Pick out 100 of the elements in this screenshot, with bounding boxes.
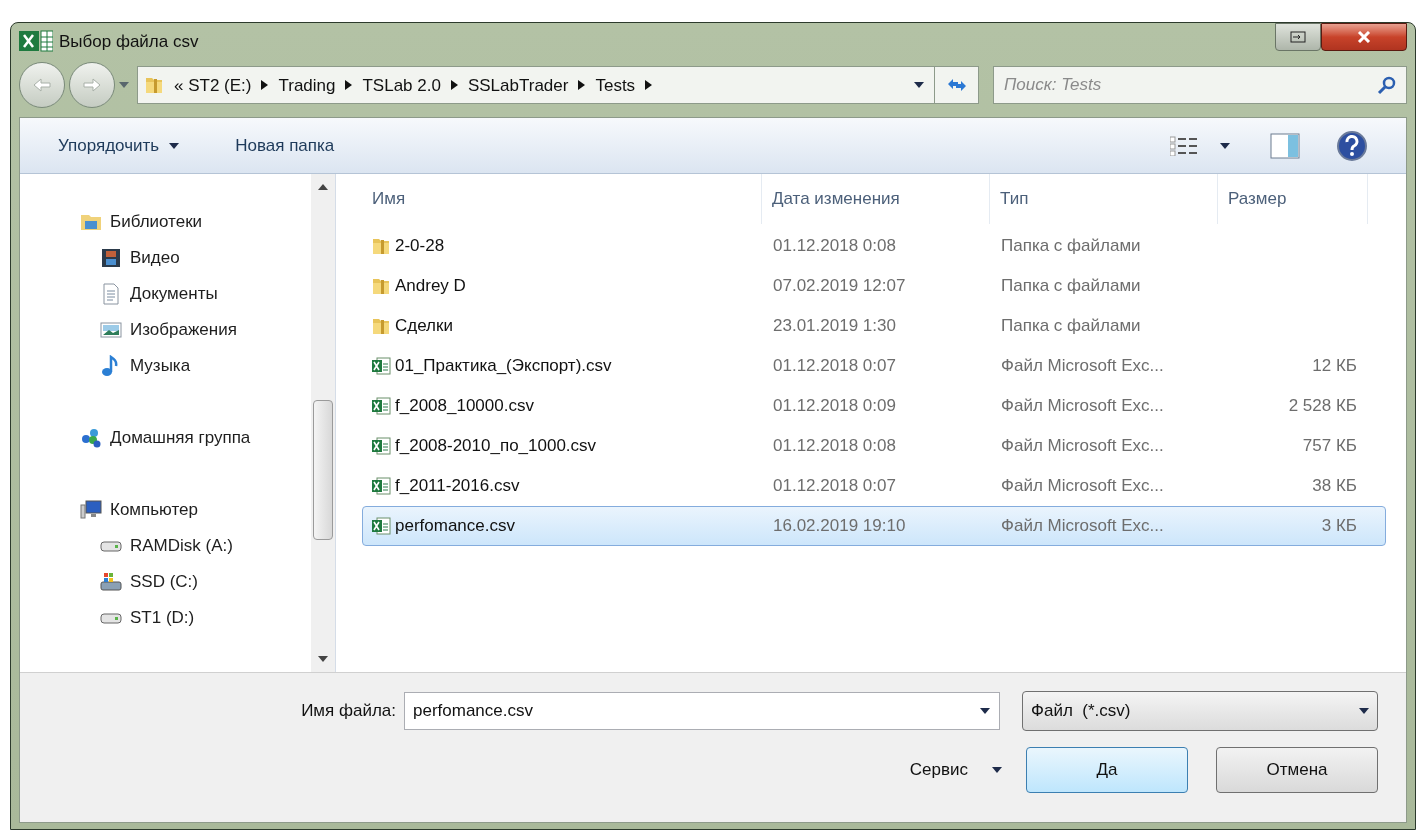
back-button[interactable] — [19, 62, 65, 109]
homegroup-icon — [80, 427, 102, 449]
dropdown-caret-icon — [914, 82, 924, 89]
file-row[interactable]: f_2011-2016.csv 01.12.2018 0:07 Файл Microsoft Exc... 38 КБ — [362, 466, 1386, 506]
file-name: f_2008-2010_по_1000.csv — [395, 435, 597, 458]
chevron-right-icon — [345, 80, 353, 91]
file-row[interactable]: 2-0-28 01.12.2018 0:08 Папка с файлами — [362, 226, 1386, 266]
size-cell-text: 12 КБ — [1311, 355, 1358, 378]
file-name: Сделки — [395, 315, 453, 338]
file-name: f_2008_10000.csv — [395, 395, 534, 418]
forward-button[interactable] — [69, 62, 115, 109]
tools-menu[interactable]: Сервис — [909, 757, 1002, 783]
nav-item[interactable]: Компьютер — [20, 492, 311, 528]
nav-item[interactable]: Видео — [20, 240, 311, 276]
cancel-button[interactable]: Отмена — [1216, 747, 1378, 793]
filename-field[interactable]: perfomance.csv — [404, 692, 1000, 730]
nav-item[interactable]: Библиотеки — [20, 204, 311, 240]
file-row[interactable]: perfomance.csv 16.02.2019 19:10 Файл Microsoft Exc... 3 КБ — [362, 506, 1386, 546]
breadcrumb[interactable]: SSLabTrader — [467, 72, 569, 99]
file-name: 01_Практика_(Экспорт).csv — [395, 355, 612, 378]
column-header[interactable]: Дата изменения — [762, 174, 990, 224]
nav-item[interactable]: Музыка — [20, 348, 311, 384]
type-cell-text: Файл Microsoft Exc... — [1000, 515, 1165, 538]
search-icon — [1377, 75, 1397, 96]
folder-icon — [371, 236, 391, 256]
chevron-right-icon — [450, 80, 458, 91]
caret-icon — [980, 708, 990, 714]
filename-label: Имя файла: — [301, 700, 396, 723]
drive-icon — [100, 612, 122, 624]
folder-icon — [371, 276, 391, 296]
preview-pane-icon[interactable] — [1270, 132, 1300, 159]
file-type-select[interactable]: Файл (*.csv) — [1022, 691, 1378, 731]
picture-icon — [100, 319, 122, 341]
nav-item[interactable]: SSD (C:) — [20, 564, 311, 600]
organize-menu[interactable]: Упорядочить — [58, 132, 180, 159]
spreadsheet-file-icon — [371, 356, 391, 376]
file-name: 2-0-28 — [395, 235, 445, 258]
spreadsheet-file-icon — [371, 436, 391, 456]
column-header[interactable]: Имя — [362, 174, 762, 224]
nav-item[interactable]: Домашняя группа — [20, 420, 311, 456]
scroll-thumb[interactable] — [313, 400, 333, 540]
document-icon — [100, 283, 122, 305]
folder-icon — [371, 316, 391, 336]
scroll-up-icon — [318, 184, 328, 190]
window-icon — [1290, 31, 1306, 43]
date-cell-text: 23.01.2019 1:30 — [772, 315, 897, 338]
date-cell-text: 01.12.2018 0:07 — [772, 475, 897, 498]
spreadsheet-file-icon — [371, 476, 391, 496]
size-cell-text: 3 КБ — [1320, 515, 1358, 538]
date-cell-text: 16.02.2019 19:10 — [772, 515, 907, 538]
file-row[interactable]: f_2008_10000.csv 01.12.2018 0:09 Файл Microsoft Exc... 2 528 КБ — [362, 386, 1386, 426]
file-row[interactable]: f_2008-2010_по_1000.csv 01.12.2018 0:08 Файл Microsoft Exc... 757 КБ — [362, 426, 1386, 466]
breadcrumb[interactable]: « ST2 (E:) — [174, 72, 252, 99]
history-caret-icon — [119, 82, 129, 89]
file-name: f_2011-2016.csv — [395, 475, 520, 498]
ok-button[interactable]: Да — [1026, 747, 1188, 793]
search-field[interactable]: Поиск: Tests — [993, 66, 1407, 105]
computer-icon — [80, 499, 102, 521]
chevron-right-icon — [261, 80, 269, 91]
scrollbar[interactable] — [311, 174, 335, 672]
chevron-right-icon — [578, 80, 586, 91]
date-cell-text: 01.12.2018 0:08 — [772, 235, 897, 258]
spreadsheet-file-icon — [371, 396, 391, 416]
breadcrumb[interactable]: Tests — [595, 72, 636, 99]
breadcrumb[interactable]: TSLab 2.0 — [362, 72, 441, 99]
restore-button[interactable] — [1275, 23, 1321, 51]
folder-icon — [144, 75, 164, 96]
nav-item[interactable]: RAMDisk (A:) — [20, 528, 311, 564]
size-cell-text: 757 КБ — [1301, 435, 1358, 458]
forward-arrow-icon — [82, 77, 102, 94]
type-cell-text: Файл Microsoft Exc... — [1000, 435, 1165, 458]
file-name: perfomance.csv — [395, 515, 515, 538]
nav-item[interactable]: Изображения — [20, 312, 311, 348]
help-icon[interactable] — [1336, 129, 1368, 162]
new-folder-button[interactable]: Новая папка — [235, 132, 335, 159]
column-header[interactable]: Тип — [990, 174, 1218, 224]
file-row[interactable]: Сделки 23.01.2019 1:30 Папка с файлами — [362, 306, 1386, 346]
close-button[interactable] — [1321, 23, 1407, 51]
drive-icon — [100, 540, 122, 552]
type-cell-text: Папка с файлами — [1000, 275, 1142, 298]
date-cell-text: 01.12.2018 0:07 — [772, 355, 897, 378]
type-cell-text: Файл Microsoft Exc... — [1000, 395, 1165, 418]
date-cell-text: 01.12.2018 0:08 — [772, 435, 897, 458]
file-name: Andrey D — [395, 275, 466, 298]
address-bar[interactable]: « ST2 (E:) Trading TSLab 2.0 SSLabTrader Tests — [137, 66, 979, 105]
chevron-right-icon — [645, 80, 653, 91]
view-list-icon[interactable] — [1170, 135, 1198, 156]
file-row[interactable]: Andrey D 07.02.2019 12:07 Папка с файлами — [362, 266, 1386, 306]
window-title: Выбор файла csv — [59, 30, 200, 53]
nav-item[interactable]: ST1 (D:) — [20, 600, 311, 636]
date-cell-text: 07.02.2019 12:07 — [772, 275, 907, 298]
nav-item[interactable]: Документы — [20, 276, 311, 312]
date-cell-text: 01.12.2018 0:09 — [772, 395, 897, 418]
type-cell-text: Файл Microsoft Exc... — [1000, 355, 1165, 378]
breadcrumb[interactable]: Trading — [278, 72, 336, 99]
view-caret-icon — [1220, 142, 1230, 149]
caret-icon — [992, 767, 1002, 773]
back-arrow-icon — [32, 77, 52, 94]
column-header[interactable]: Размер — [1218, 174, 1368, 224]
file-row[interactable]: 01_Практика_(Экспорт).csv 01.12.2018 0:07 Файл Microsoft Exc... 12 КБ — [362, 346, 1386, 386]
